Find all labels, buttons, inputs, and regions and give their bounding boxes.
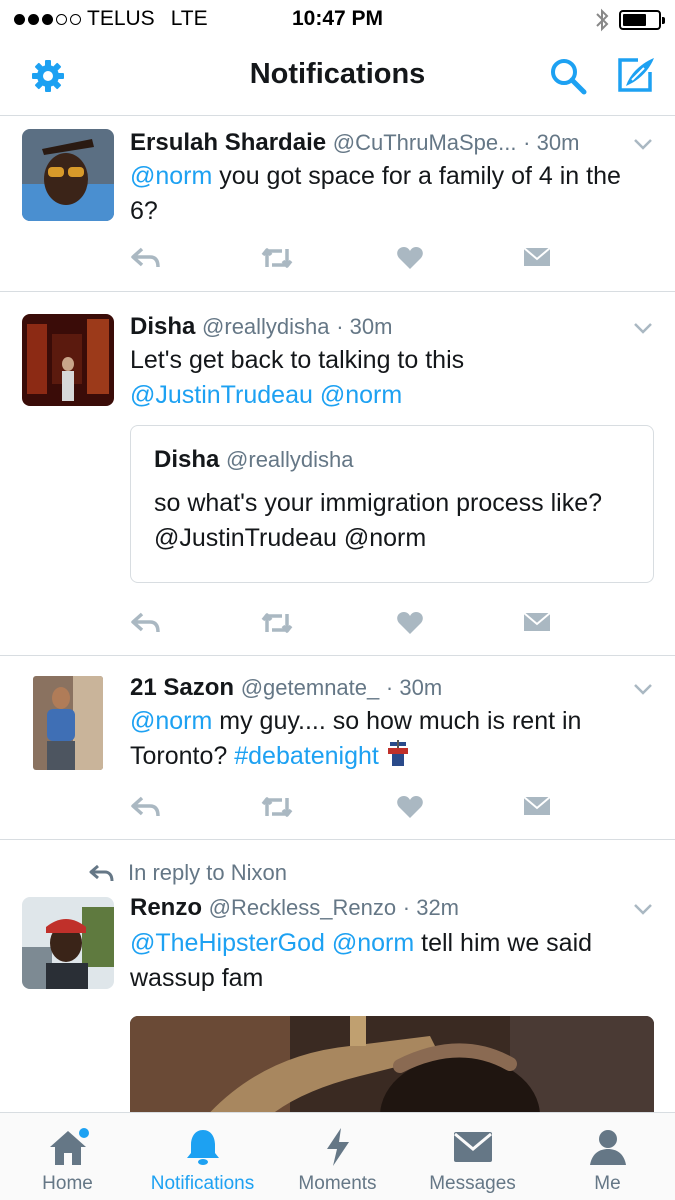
tweet-header: Renzo @Reckless_Renzo · 32m: [130, 894, 459, 922]
tweet-actions: [130, 610, 630, 638]
tweet-header: Disha @reallydisha · 30m: [130, 313, 392, 341]
author-handle[interactable]: @reallydisha: [202, 314, 330, 339]
status-time: 10:47 PM: [291, 7, 384, 30]
tab-messages[interactable]: Messages: [405, 1113, 540, 1200]
author-handle[interactable]: @CuThruMaSpe...: [333, 130, 517, 155]
author-name[interactable]: Renzo: [130, 894, 202, 921]
retweet-icon[interactable]: [260, 610, 294, 636]
compose-icon[interactable]: [614, 54, 658, 96]
search-icon[interactable]: [548, 56, 588, 96]
author-handle[interactable]: @Reckless_Renzo: [209, 895, 396, 920]
quoted-tweet-text: so what's your immigration process like?…: [154, 489, 602, 552]
tab-notifications[interactable]: Notifications: [135, 1113, 270, 1200]
author-handle[interactable]: @getemnate_: [241, 675, 380, 700]
reply-icon[interactable]: [130, 794, 160, 820]
tab-bar: Home Notifications Moments Messages Me: [0, 1112, 675, 1200]
tab-me[interactable]: Me: [540, 1113, 675, 1200]
tweet-text: Let's get back to talking to this @Justi…: [130, 343, 655, 413]
tab-home[interactable]: Home: [0, 1113, 135, 1200]
author-name[interactable]: 21 Sazon: [130, 674, 234, 701]
debate-podium-icon: [387, 740, 408, 766]
envelope-icon[interactable]: [522, 610, 552, 634]
home-icon: [49, 1128, 89, 1165]
tab-moments[interactable]: Moments: [270, 1113, 405, 1200]
heart-icon[interactable]: [396, 794, 424, 820]
lightning-icon: [326, 1128, 349, 1166]
avatar[interactable]: [22, 314, 114, 406]
heart-icon[interactable]: [396, 245, 424, 271]
envelope-icon: [453, 1132, 492, 1162]
battery-icon: [619, 10, 665, 30]
retweet-icon[interactable]: [260, 794, 294, 820]
mention-link[interactable]: @TheHipsterGod: [130, 929, 325, 957]
tweet-header: Ersulah Shardaie @CuThruMaSpe... · 30m: [130, 129, 579, 157]
tweet-time: · 32m: [402, 895, 460, 920]
mention-link[interactable]: @norm: [320, 381, 402, 409]
tweet-actions: [130, 245, 630, 273]
reply-icon[interactable]: [130, 245, 160, 271]
chevron-down-icon[interactable]: [633, 322, 653, 334]
tab-label: Messages: [429, 1173, 516, 1194]
mention-link[interactable]: @norm: [332, 929, 414, 957]
tweet-actions: [130, 794, 630, 822]
quoted-author-handle: @reallydisha: [226, 447, 354, 472]
tweet[interactable]: Ersulah Shardaie @CuThruMaSpe... · 30m @…: [0, 117, 675, 292]
author-name[interactable]: Disha: [130, 313, 195, 340]
heart-icon[interactable]: [396, 610, 424, 636]
notifications-feed[interactable]: Ersulah Shardaie @CuThruMaSpe... · 30m @…: [0, 117, 675, 1112]
tweet[interactable]: Disha @reallydisha · 30m Let's get back …: [0, 292, 675, 656]
reply-context-text: In reply to Nixon: [128, 860, 287, 885]
tab-label: Moments: [298, 1173, 377, 1194]
tweet-text-content: Let's get back to talking to this: [130, 346, 465, 374]
tab-label: Home: [42, 1173, 93, 1194]
tweet-header: 21 Sazon @getemnate_ · 30m: [130, 674, 442, 702]
tweet[interactable]: 21 Sazon @getemnate_ · 30m @norm my guy.…: [0, 656, 675, 840]
tweet-text: @TheHipsterGod @norm tell him we said wa…: [130, 926, 655, 996]
hashtag-link[interactable]: #debatenight: [234, 742, 379, 770]
quoted-tweet[interactable]: Disha @reallydisha so what's your immigr…: [130, 425, 654, 583]
reply-icon[interactable]: [130, 610, 160, 636]
status-bar: TELUS LTE 10:47 PM: [0, 0, 675, 38]
retweet-icon[interactable]: [260, 245, 294, 271]
bell-icon: [186, 1130, 219, 1165]
chevron-down-icon[interactable]: [633, 138, 653, 150]
reply-icon: [89, 864, 114, 882]
quoted-tweet-header: Disha @reallydisha: [154, 446, 354, 474]
tweet-media-image[interactable]: [130, 1016, 654, 1112]
avatar[interactable]: [22, 129, 114, 221]
envelope-icon[interactable]: [522, 245, 552, 269]
tab-label: Me: [594, 1173, 621, 1194]
quoted-author-name: Disha: [154, 446, 220, 473]
author-name[interactable]: Ersulah Shardaie: [130, 129, 326, 156]
tweet-time: · 30m: [385, 675, 443, 700]
navigation-bar: Notifications: [0, 38, 675, 116]
avatar[interactable]: [33, 676, 103, 770]
tweet-text: @norm my guy.... so how much is rent in …: [130, 704, 655, 774]
chevron-down-icon[interactable]: [633, 683, 653, 695]
mention-link[interactable]: @norm: [130, 707, 212, 735]
tweet-time: · 30m: [336, 314, 393, 339]
reply-context[interactable]: In reply to Nixon: [88, 860, 287, 886]
mention-link[interactable]: @JustinTrudeau: [130, 381, 313, 409]
tweet-time: · 30m: [523, 130, 580, 155]
mention-link[interactable]: @norm: [130, 162, 212, 190]
envelope-icon[interactable]: [522, 794, 552, 818]
tweet[interactable]: In reply to Nixon Renzo @Reckless_Renzo …: [0, 840, 675, 1112]
chevron-down-icon[interactable]: [633, 903, 653, 915]
person-icon: [589, 1130, 626, 1165]
tweet-text: @norm you got space for a family of 4 in…: [130, 159, 655, 229]
avatar[interactable]: [22, 897, 114, 989]
bluetooth-icon: [596, 8, 609, 32]
tab-label: Notifications: [150, 1173, 255, 1194]
